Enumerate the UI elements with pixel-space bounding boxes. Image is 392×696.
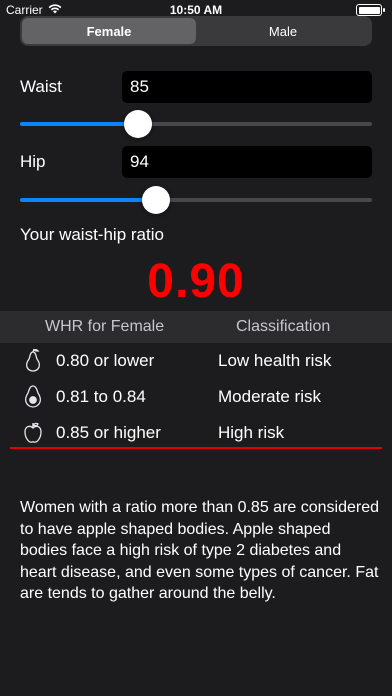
description-text: Women with a ratio more than 0.85 are co… <box>20 499 380 602</box>
hip-input[interactable] <box>122 146 372 178</box>
clock-time: 10:50 AM <box>169 3 223 17</box>
segment-female[interactable]: Female <box>22 18 196 44</box>
row-classification: Moderate risk <box>218 387 321 406</box>
segment-male[interactable]: Male <box>196 18 370 44</box>
battery-icon <box>356 4 385 16</box>
hip-slider-thumb[interactable] <box>142 186 171 214</box>
hip-label: Hip <box>20 152 46 171</box>
apple-icon <box>22 420 44 444</box>
ratio-label: Your waist-hip ratio <box>20 225 164 244</box>
whr-table-header: WHR for Female Classification <box>0 311 392 343</box>
waist-slider-fill <box>20 122 138 126</box>
row-range: 0.80 or lower <box>56 351 155 370</box>
hip-slider[interactable] <box>20 186 372 214</box>
header-whr: WHR for Female <box>45 318 165 335</box>
hip-slider-fill <box>20 198 157 202</box>
header-classification: Classification <box>236 318 331 335</box>
row-classification: High risk <box>218 423 285 442</box>
table-row: 0.80 or lower Low health risk <box>0 342 392 378</box>
waist-slider-thumb[interactable] <box>123 110 152 138</box>
waist-input[interactable] <box>122 71 372 103</box>
avocado-icon <box>22 384 44 408</box>
table-row: 0.85 or higher High risk <box>0 414 392 450</box>
row-classification: Low health risk <box>218 351 332 370</box>
table-row: 0.81 to 0.84 Moderate risk <box>0 378 392 414</box>
row-range: 0.81 to 0.84 <box>56 387 146 406</box>
waist-label: Waist <box>20 77 62 96</box>
row-range: 0.85 or higher <box>56 423 161 442</box>
pear-icon <box>22 348 44 372</box>
ratio-value: 0.90 <box>147 255 245 308</box>
current-category-indicator <box>10 447 382 449</box>
gender-segmented-control[interactable]: Female Male <box>20 16 372 46</box>
waist-slider[interactable] <box>20 110 372 138</box>
